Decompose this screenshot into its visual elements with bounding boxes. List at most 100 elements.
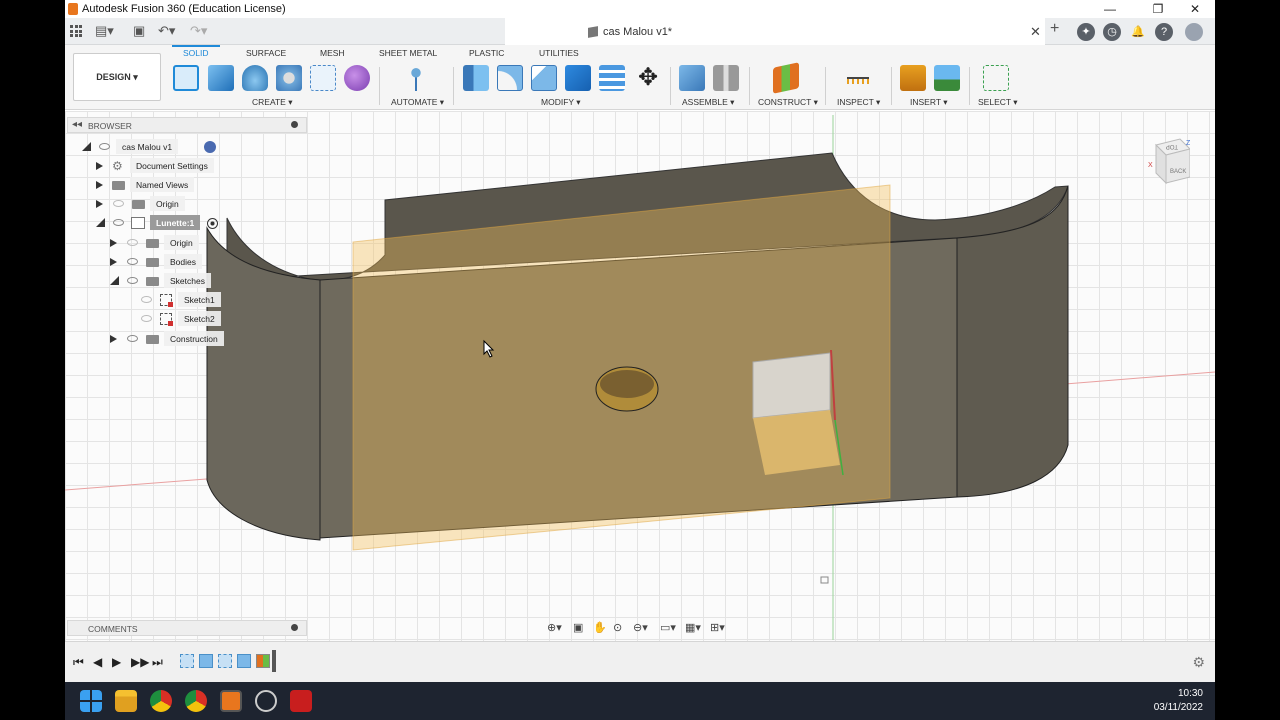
system-clock[interactable]: 10:30 03/11/2022 (1154, 687, 1203, 715)
visibility-eye-icon[interactable] (127, 335, 138, 342)
shell-icon[interactable] (565, 65, 591, 91)
undo-icon[interactable]: ↶▾ (158, 23, 175, 39)
acrobat-reader-icon[interactable] (290, 690, 312, 712)
joint-icon[interactable] (713, 65, 739, 91)
create-form-icon[interactable] (344, 65, 370, 91)
expand-icon[interactable] (96, 200, 103, 208)
modify-group-label[interactable]: MODIFY ▾ (541, 97, 581, 108)
data-panel-grid-icon[interactable] (70, 25, 82, 37)
visibility-eye-icon[interactable] (141, 296, 152, 303)
timeline-sketch-feature-icon[interactable] (218, 654, 232, 668)
tab-sheet-metal[interactable]: SHEET METAL (379, 48, 437, 58)
extensions-icon[interactable]: ✦ (1077, 23, 1095, 41)
viewports-icon[interactable]: ⊞▾ (710, 621, 725, 634)
construct-group-label[interactable]: CONSTRUCT ▾ (758, 97, 818, 108)
insert-group-label[interactable]: INSERT ▾ (910, 97, 948, 108)
extrude-icon[interactable] (208, 65, 234, 91)
minimize-button[interactable]: — (1095, 1, 1125, 17)
collapse-icon[interactable] (96, 218, 105, 227)
pan-icon[interactable]: ✋ (593, 621, 607, 634)
expand-icon[interactable] (96, 162, 103, 170)
sketch-rectangle[interactable] (752, 352, 831, 419)
tree-item-sketch2[interactable]: Sketch2 (136, 311, 296, 327)
visibility-eye-icon[interactable] (127, 239, 138, 246)
close-window-button[interactable]: ✕ (1180, 1, 1210, 17)
select-group-label[interactable]: SELECT ▾ (978, 97, 1018, 108)
assemble-group-label[interactable]: ASSEMBLE ▾ (682, 97, 734, 108)
move-copy-icon[interactable]: ✥ (635, 65, 661, 91)
press-pull-icon[interactable] (463, 65, 489, 91)
browser-panel-header[interactable]: ◂◂ BROWSER (67, 117, 307, 133)
add-comment-icon[interactable] (291, 624, 298, 631)
new-tab-icon[interactable]: + (1050, 21, 1059, 37)
offset-plane-icon[interactable] (773, 62, 799, 94)
user-avatar[interactable] (1185, 23, 1203, 41)
help-icon[interactable]: ? (1155, 23, 1173, 41)
step-forward-icon[interactable]: ▶▶ (131, 655, 149, 669)
close-tab-icon[interactable]: ✕ (1030, 24, 1041, 40)
notifications-icon[interactable]: 🔔 (1129, 23, 1147, 41)
orbit-icon[interactable]: ⊕▾ (547, 621, 562, 634)
maximize-button[interactable]: ❐ (1143, 1, 1173, 17)
go-to-start-icon[interactable]: ⏮ (73, 655, 84, 670)
fusion-360-taskbar-icon[interactable] (220, 690, 242, 712)
select-icon[interactable] (983, 65, 1009, 91)
timeline-sketch-feature-icon[interactable] (180, 654, 194, 668)
chrome-profile-icon[interactable] (185, 690, 207, 712)
visibility-eye-icon[interactable] (99, 143, 110, 150)
measure-icon[interactable] (845, 65, 871, 91)
zoom-icon[interactable]: ⊙ (613, 621, 622, 634)
chrome-icon[interactable] (150, 690, 172, 712)
expand-icon[interactable] (110, 239, 117, 247)
tree-item-origin[interactable]: Origin (94, 196, 254, 212)
automate-icon[interactable] (403, 65, 429, 91)
step-back-icon[interactable]: ◀ (93, 655, 102, 669)
tree-item-sketches[interactable]: Sketches (108, 273, 268, 289)
create-sketch-icon[interactable] (173, 65, 199, 91)
expand-icon[interactable] (110, 258, 117, 266)
browser-options-icon[interactable] (291, 121, 298, 128)
automate-group-label[interactable]: AUTOMATE ▾ (391, 97, 444, 108)
collapse-icon[interactable] (110, 276, 119, 285)
display-settings-icon[interactable]: ▭▾ (660, 621, 676, 634)
expand-icon[interactable] (96, 181, 103, 189)
tree-item-component-origin[interactable]: Origin (108, 235, 268, 251)
collapse-icon[interactable] (82, 142, 91, 151)
zoom-window-icon[interactable]: ⊖▾ (633, 621, 648, 634)
activate-component-icon[interactable] (204, 141, 216, 153)
windows-start-icon[interactable] (80, 690, 102, 712)
tab-utilities[interactable]: UTILITIES (539, 48, 579, 58)
redo-icon[interactable]: ↷▾ (190, 23, 207, 39)
tree-item-named-views[interactable]: Named Views (94, 177, 254, 193)
tree-item-document-settings[interactable]: ⚙ Document Settings (94, 158, 254, 174)
visibility-eye-icon[interactable] (127, 258, 138, 265)
timeline-extrude-feature-icon[interactable] (237, 654, 251, 668)
timeline-settings-gear-icon[interactable]: ⚙ (1192, 654, 1205, 671)
tab-mesh[interactable]: MESH (320, 48, 345, 58)
file-explorer-icon[interactable] (115, 690, 137, 712)
viewcube[interactable]: TOP BACK X Z (1148, 137, 1191, 185)
obs-recorder-icon[interactable] (255, 690, 277, 712)
tab-plastic[interactable]: PLASTIC (469, 48, 504, 58)
timeline-plane-feature-icon[interactable] (256, 654, 270, 668)
job-status-icon[interactable]: ◷ (1103, 23, 1121, 41)
tree-item-root[interactable]: cas Malou v1 (80, 139, 240, 155)
comments-panel-header[interactable]: COMMENTS (67, 620, 307, 636)
inspect-group-label[interactable]: INSPECT ▾ (837, 97, 880, 108)
look-at-icon[interactable]: ▣ (573, 621, 583, 634)
revolve-icon[interactable] (242, 65, 268, 91)
workspace-switcher[interactable]: DESIGN ▾ (73, 53, 161, 101)
tree-item-construction[interactable]: Construction (108, 331, 288, 347)
hole-icon[interactable] (276, 65, 302, 91)
insert-svg-icon[interactable] (900, 65, 926, 91)
visibility-eye-icon[interactable] (113, 200, 124, 207)
document-tab[interactable]: cas Malou v1* ✕ (505, 18, 1045, 45)
active-component-radio-icon[interactable] (207, 218, 218, 229)
insert-canvas-icon[interactable] (934, 65, 960, 91)
tab-solid[interactable]: SOLID (183, 48, 209, 58)
chamfer-icon[interactable] (531, 65, 557, 91)
file-menu-icon[interactable]: ▤▾ (95, 23, 114, 39)
expand-icon[interactable] (110, 335, 117, 343)
grid-settings-icon[interactable]: ▦▾ (685, 621, 701, 634)
create-group-label[interactable]: CREATE ▾ (252, 97, 292, 108)
